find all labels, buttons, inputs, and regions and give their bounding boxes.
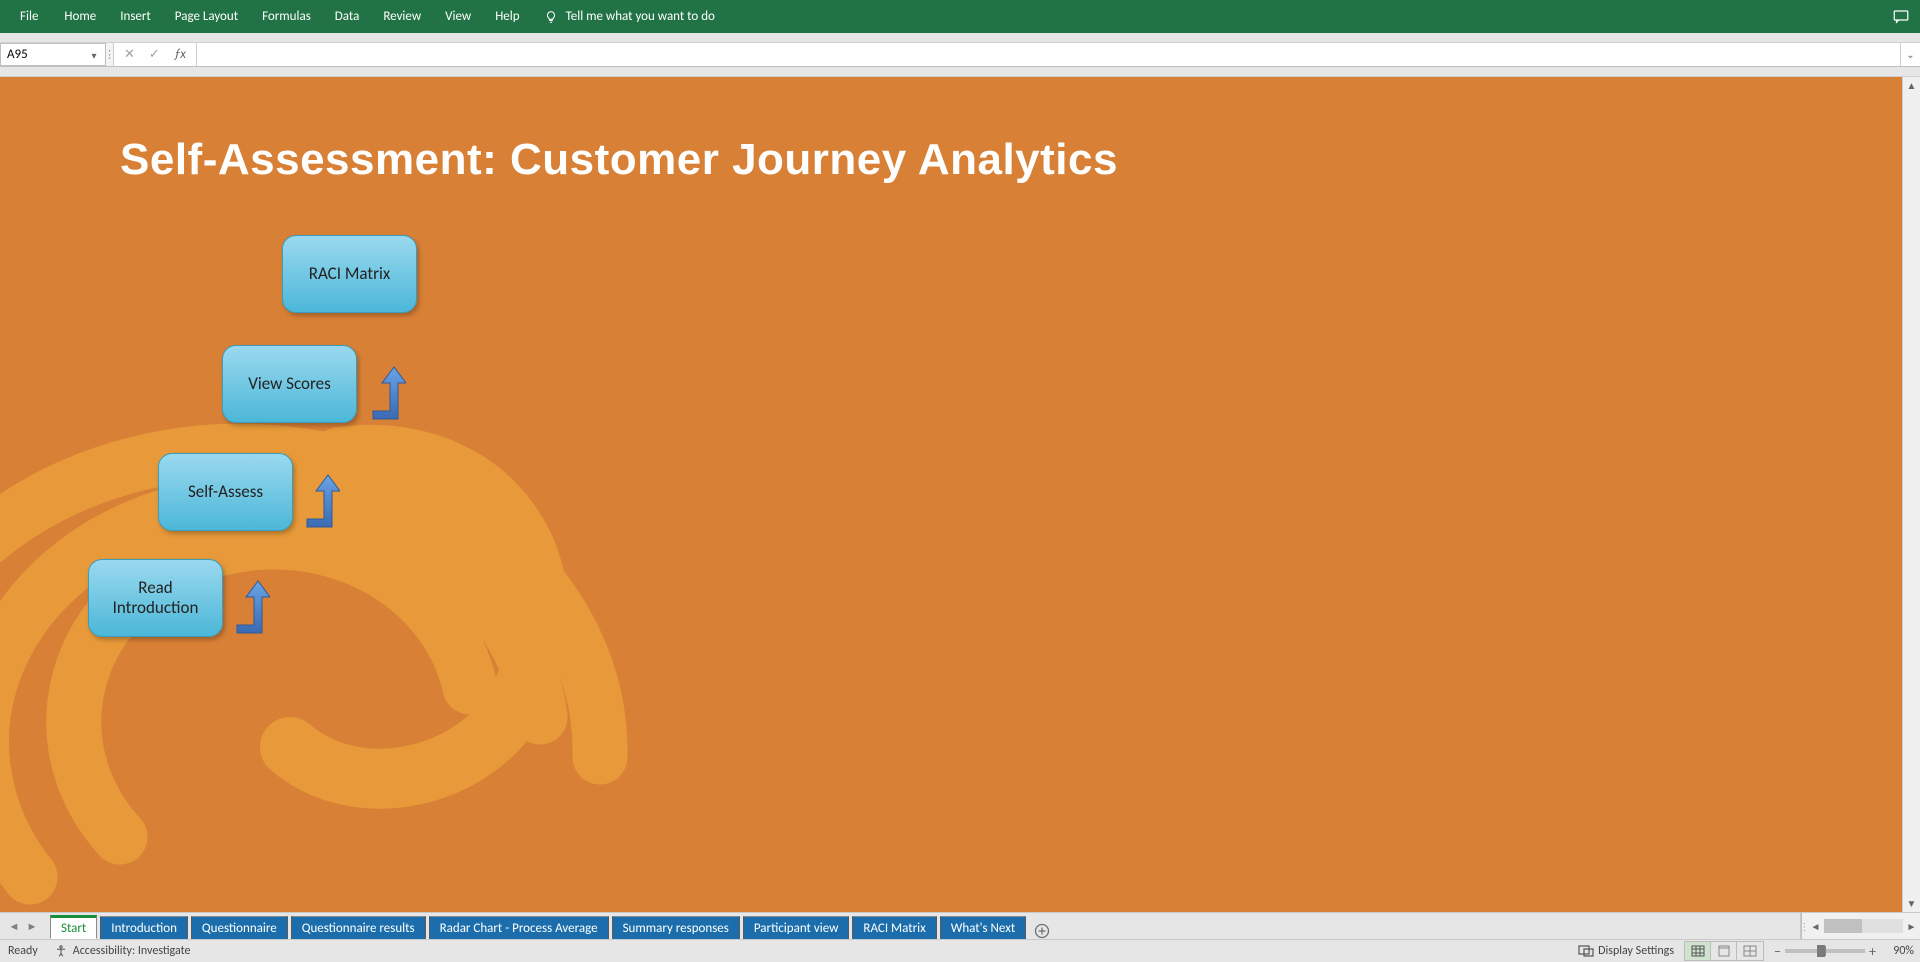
hscroll-thumb[interactable] [1824,919,1862,933]
view-mode-buttons [1684,941,1764,961]
arrow-up-icon [368,365,406,423]
zoom-slider[interactable] [1785,949,1865,953]
formula-bar-row: A95 ▾ ⋮ ✕ ✓ ƒx ⌄ [0,43,1920,67]
step-label: View Scores [248,374,331,394]
zoom-level[interactable]: 90% [1880,944,1914,958]
menu-review[interactable]: Review [371,0,433,33]
step-label: Read Introduction [95,578,216,619]
name-box-dropdown-icon[interactable]: ▾ [85,46,103,64]
zoom-control: − + 90% [1774,943,1914,960]
page-break-icon [1743,945,1757,957]
accessibility-label: Accessibility: Investigate [73,944,191,958]
display-settings-icon [1578,945,1594,957]
enter-icon[interactable]: ✓ [149,47,160,62]
menu-file[interactable]: File [6,0,52,33]
tab-questionnaire-results[interactable]: Questionnaire results [291,916,426,939]
formula-bar-expand[interactable]: ⌄ [1900,43,1920,66]
tab-introduction[interactable]: Introduction [100,916,188,939]
tab-nav-next-icon[interactable]: ► [24,920,40,933]
page-title: Self-Assessment: Customer Journey Analyt… [120,135,1118,185]
step-raci-matrix-button[interactable]: RACI Matrix [282,235,417,313]
accessibility-status[interactable]: Accessibility: Investigate [54,944,191,958]
menu-data[interactable]: Data [323,0,372,33]
zoom-out-button[interactable]: − [1774,943,1781,960]
hscroll-right-icon[interactable]: ► [1903,920,1920,933]
zoom-in-button[interactable]: + [1869,943,1876,960]
fx-icon[interactable]: ƒx [174,47,186,62]
lightbulb-icon [544,10,558,24]
ribbon-spacer [0,33,1920,43]
ribbon: File Home Insert Page Layout Formulas Da… [0,0,1920,33]
zoom-slider-thumb[interactable] [1817,945,1825,957]
tab-questionnaire[interactable]: Questionnaire [191,916,288,939]
status-ready: Ready [8,944,38,958]
tab-summary-responses[interactable]: Summary responses [612,916,740,939]
arrow-up-icon [302,473,340,531]
tab-start[interactable]: Start [50,915,97,939]
grid-icon [1691,945,1705,957]
name-box-value: A95 [7,47,28,62]
formula-bar-buttons: ✕ ✓ ƒx [114,43,197,66]
display-settings-button[interactable]: Display Settings [1578,944,1674,958]
menu-view[interactable]: View [433,0,483,33]
tell-me-label: Tell me what you want to do [566,9,715,24]
tab-nav-buttons: ◄ ► [0,913,46,939]
vertical-scrollbar[interactable]: ▲ ▼ [1902,77,1920,912]
tab-radar-chart[interactable]: Radar Chart - Process Average [429,916,609,939]
view-normal-button[interactable] [1685,942,1711,960]
arrow-up-icon [232,579,270,637]
step-label: RACI Matrix [309,264,391,284]
tab-whats-next[interactable]: What's Next [940,916,1026,939]
accessibility-icon [54,944,68,958]
menu-formulas[interactable]: Formulas [250,0,323,33]
tab-nav-prev-icon[interactable]: ◄ [6,920,22,933]
tab-participant-view[interactable]: Participant view [743,916,850,939]
hscroll-left-icon[interactable]: ◄ [1807,920,1824,933]
scroll-up-icon[interactable]: ▲ [1903,77,1920,94]
worksheet-canvas[interactable]: Self-Assessment: Customer Journey Analyt… [0,77,1902,912]
worksheet-area: Self-Assessment: Customer Journey Analyt… [0,77,1920,912]
cancel-icon[interactable]: ✕ [124,47,135,62]
plus-circle-icon [1034,923,1050,939]
scroll-down-icon[interactable]: ▼ [1903,895,1920,912]
view-page-break-button[interactable] [1737,942,1763,960]
menu-help[interactable]: Help [483,0,531,33]
view-page-layout-button[interactable] [1711,942,1737,960]
comments-icon[interactable] [1892,8,1910,26]
name-box[interactable]: A95 ▾ [0,43,106,66]
page-layout-icon [1717,945,1731,957]
step-view-scores-button[interactable]: View Scores [222,345,357,423]
add-sheet-button[interactable] [1029,923,1055,939]
sheet-tab-row: ◄ ► Start Introduction Questionnaire Que… [0,912,1920,939]
step-label: Self-Assess [188,482,263,502]
sheet-header-spacer [0,67,1920,77]
tell-me-search[interactable]: Tell me what you want to do [532,9,727,24]
horizontal-scrollbar[interactable]: ⋮ ◄ ► [1800,913,1920,939]
tab-raci-matrix[interactable]: RACI Matrix [852,916,936,939]
step-self-assess-button[interactable]: Self-Assess [158,453,293,531]
step-read-introduction-button[interactable]: Read Introduction [88,559,223,637]
menu-insert[interactable]: Insert [108,0,163,33]
status-bar: Ready Accessibility: Investigate Display… [0,939,1920,962]
hscroll-track[interactable] [1824,919,1903,933]
formula-bar-divider: ⋮ [106,43,114,66]
formula-input[interactable] [197,43,1900,66]
display-settings-label: Display Settings [1598,944,1674,958]
sheet-tabs: Start Introduction Questionnaire Questio… [46,913,1800,939]
menu-home[interactable]: Home [52,0,108,33]
menu-page-layout[interactable]: Page Layout [163,0,250,33]
